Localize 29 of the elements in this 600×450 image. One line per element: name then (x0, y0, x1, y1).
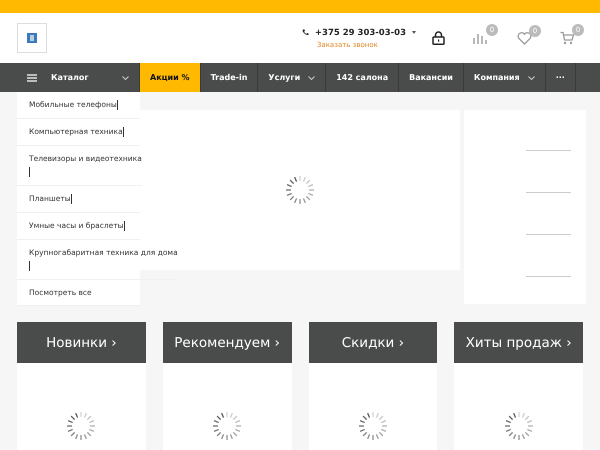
heart-icon[interactable] (517, 32, 532, 44)
nav-tab[interactable]: 142 салона (326, 63, 400, 92)
nav-tab[interactable]: Услуги (258, 63, 326, 92)
section-header-button[interactable]: Новинки › (17, 322, 146, 363)
nav-tab[interactable]: Trade-in (200, 63, 258, 92)
logo-icon (27, 33, 37, 43)
chevron-down-icon (528, 76, 535, 80)
nav-tab[interactable]: Акции % (140, 63, 201, 92)
menu-icon (27, 74, 37, 82)
phone-number[interactable]: +375 29 303-03-03 (314, 28, 406, 38)
lock-icon[interactable] (432, 31, 445, 45)
nav-tab[interactable]: Компания (464, 63, 546, 92)
nav-tab[interactable]: Вакансии (399, 63, 464, 92)
section-header-button[interactable]: Скидки › (308, 322, 438, 363)
bar-chart-icon[interactable] (473, 31, 489, 45)
logo[interactable] (17, 23, 47, 53)
more-menu-tab[interactable]: ··· (546, 63, 576, 92)
loading-spinner-icon (66, 411, 96, 441)
loading-spinner-icon (504, 411, 534, 441)
loading-spinner-icon (212, 411, 242, 441)
chevron-down-icon (308, 76, 316, 80)
cart-icon[interactable] (560, 31, 575, 45)
chevron-down-icon (122, 76, 129, 80)
phone-icon (302, 29, 309, 36)
section-header-button[interactable]: Хиты продаж › (454, 322, 583, 363)
caret-icon[interactable] (412, 31, 416, 34)
loading-spinner-icon (358, 411, 388, 441)
section-header-button[interactable]: Рекомендуем › (162, 322, 292, 363)
loading-spinner-icon (285, 175, 315, 205)
